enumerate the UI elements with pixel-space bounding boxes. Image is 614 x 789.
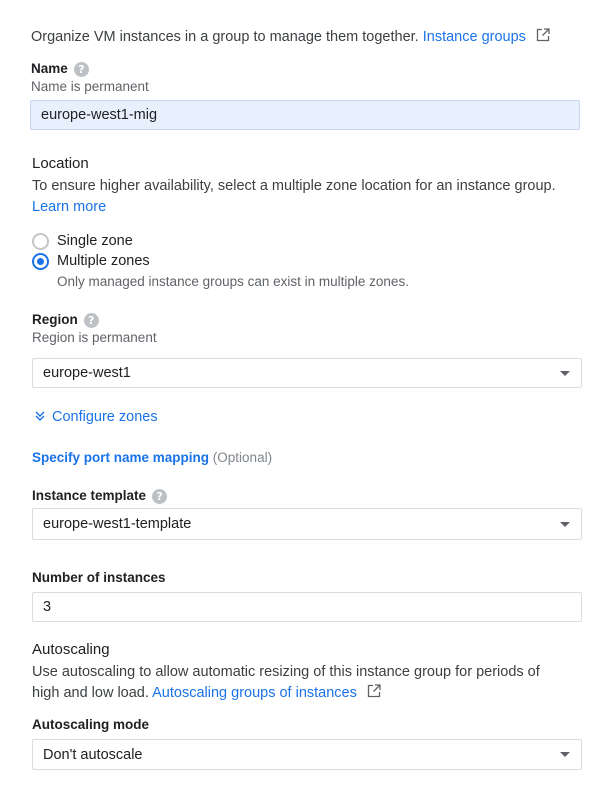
port-mapping-row: Specify port name mapping (Optional) (32, 450, 272, 465)
multiple-zones-note: Only managed instance groups can exist i… (57, 274, 409, 289)
autoscaling-mode-select[interactable]: Don't autoscale (32, 739, 582, 770)
autoscaling-groups-link[interactable]: Autoscaling groups of instances (152, 685, 357, 701)
instance-template-label: Instance template (32, 488, 147, 503)
radio-selected-dot (37, 258, 44, 265)
external-link-icon (367, 684, 381, 702)
dropdown-arrow-icon (560, 521, 570, 527)
region-select[interactable]: europe-west1 (32, 358, 582, 388)
configure-zones-toggle[interactable]: Configure zones (34, 409, 158, 426)
instance-template-label-row: Instance template? (32, 488, 168, 504)
dropdown-arrow-icon (560, 370, 570, 376)
intro-text: Organize VM instances in a group to mana… (31, 29, 419, 45)
autoscaling-description-line2: high and low load. Autoscaling groups of… (32, 684, 381, 702)
autoscaling-mode-label: Autoscaling mode (32, 717, 150, 732)
autoscaling-mode-value: Don't autoscale (43, 746, 143, 763)
name-input[interactable]: europe-west1-mig (30, 100, 580, 130)
num-instances-input[interactable]: 3 (32, 592, 582, 622)
location-title: Location (32, 155, 89, 172)
dropdown-arrow-icon (560, 752, 570, 757)
instance-template-select[interactable]: europe-west1-template (32, 508, 582, 540)
name-hint: Name is permanent (31, 79, 149, 94)
intro-line: Organize VM instances in a group to mana… (31, 28, 550, 46)
single-zone-radio[interactable] (32, 233, 49, 250)
name-label-row: Name? (31, 61, 89, 77)
help-icon[interactable]: ? (83, 312, 99, 328)
port-mapping-link[interactable]: Specify port name mapping (32, 450, 209, 465)
autoscaling-title: Autoscaling (32, 641, 110, 658)
region-label: Region (32, 312, 78, 327)
help-icon[interactable]: ? (152, 488, 168, 504)
region-select-value: europe-west1 (43, 365, 131, 381)
multiple-zones-label[interactable]: Multiple zones (57, 253, 150, 269)
help-icon[interactable]: ? (73, 61, 89, 77)
chevron-double-down-icon (34, 410, 46, 426)
configure-zones-label: Configure zones (52, 409, 158, 425)
learn-more-link[interactable]: Learn more (32, 199, 106, 215)
name-input-value: europe-west1-mig (41, 107, 158, 123)
instance-template-value: europe-west1-template (43, 516, 192, 532)
instance-groups-link[interactable]: Instance groups (423, 29, 526, 45)
region-hint: Region is permanent (32, 330, 157, 345)
single-zone-label[interactable]: Single zone (57, 233, 133, 249)
external-link-icon (536, 28, 550, 46)
autoscaling-description-line1: Use autoscaling to allow automatic resiz… (32, 664, 540, 680)
location-description: To ensure higher availability, select a … (32, 178, 556, 194)
region-label-row: Region? (32, 312, 99, 328)
multiple-zones-radio[interactable] (32, 253, 49, 270)
port-mapping-optional: (Optional) (212, 450, 273, 465)
num-instances-label: Number of instances (32, 570, 166, 585)
num-instances-value: 3 (43, 599, 52, 615)
name-label: Name (31, 61, 68, 76)
autoscaling-description-text: high and low load. (32, 685, 149, 701)
